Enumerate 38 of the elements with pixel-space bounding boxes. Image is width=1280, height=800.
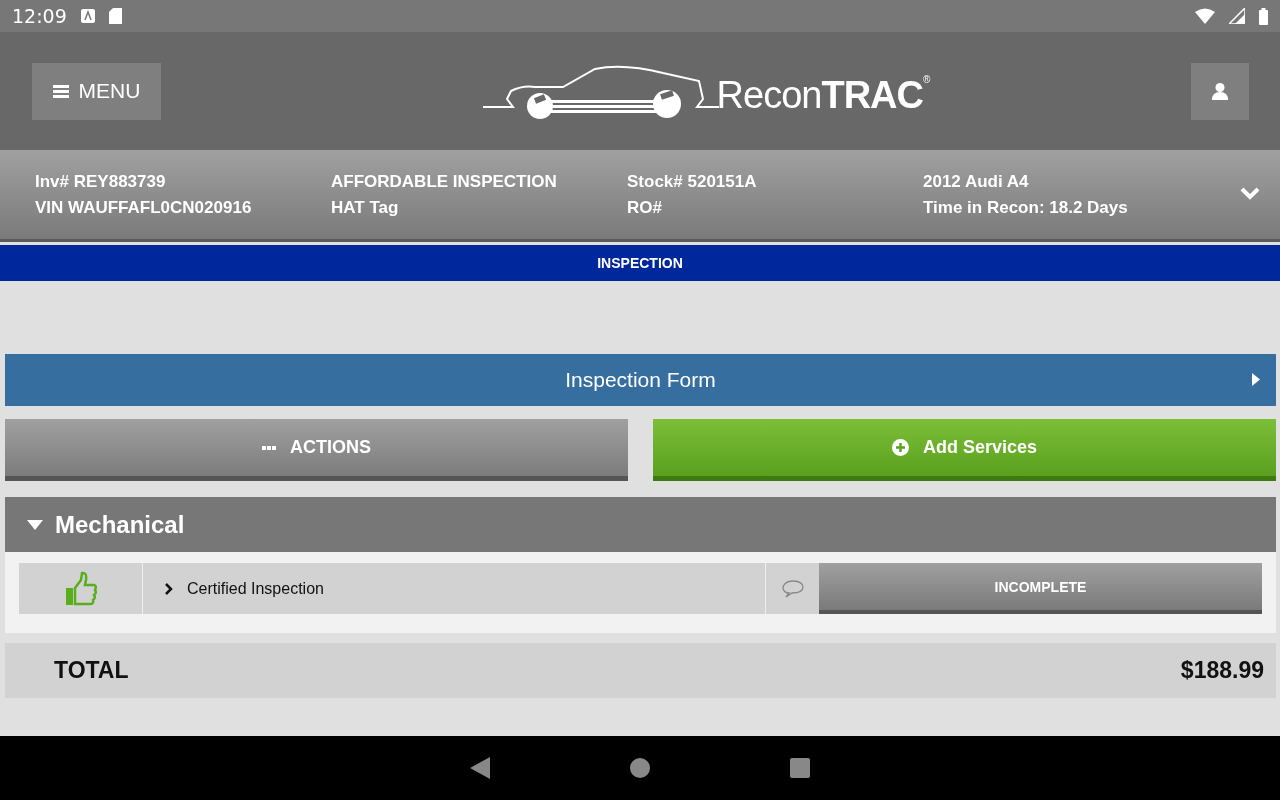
info-text: HAT Tag (331, 197, 400, 218)
user-icon (1212, 82, 1228, 100)
section-header[interactable]: Mechanical (5, 497, 1276, 552)
home-icon[interactable] (630, 758, 650, 778)
menu-icon (52, 84, 69, 98)
thumbs-up-icon (63, 570, 98, 607)
info-text: 2012 Audi A4 (923, 171, 1030, 192)
info-text: Inv# REY883739 (35, 171, 167, 192)
caret-icon (1252, 373, 1260, 386)
user-button[interactable] (1191, 62, 1249, 120)
wifi-icon (1195, 8, 1215, 24)
notification-icon (80, 9, 95, 23)
plus-circle-icon (891, 439, 909, 456)
total-amount: $188.99 (1180, 657, 1264, 684)
chevron-icon (1240, 186, 1260, 200)
signal-icon (1229, 8, 1245, 24)
info-text: VIN WAUFFAFL0CN020916 (35, 197, 253, 218)
info-text: Time in Recon: 18.2 Days (923, 197, 1129, 218)
back-icon[interactable] (470, 757, 490, 779)
battery-icon (1259, 7, 1268, 25)
status-button[interactable]: INCOMPLETE (819, 563, 1262, 614)
tab[interactable]: INSPECTION (0, 245, 1280, 281)
info-text: AFFORDABLE INSPECTION (331, 171, 558, 192)
item-row-button[interactable]: Certified Inspection (143, 563, 766, 614)
logo-text: ReconTRAC$^{®}$ (716, 74, 930, 117)
actions-button[interactable]: ACTIONS (5, 419, 628, 481)
triangle-icon (27, 519, 43, 530)
chevron-icon (165, 582, 173, 595)
info-text: RO# (627, 197, 663, 218)
dots-icon (262, 445, 276, 450)
menu-button[interactable]: MENU (32, 62, 161, 120)
add-services-button[interactable]: Add Services (653, 419, 1276, 481)
info-text: Stock# 520151A (627, 171, 758, 192)
total-label: TOTAL (54, 657, 129, 684)
comment-icon (780, 578, 805, 599)
sd-card-icon (108, 8, 122, 24)
inspection-form-button[interactable]: Inspection Form (5, 354, 1276, 406)
clock: 12:09 (12, 5, 67, 27)
